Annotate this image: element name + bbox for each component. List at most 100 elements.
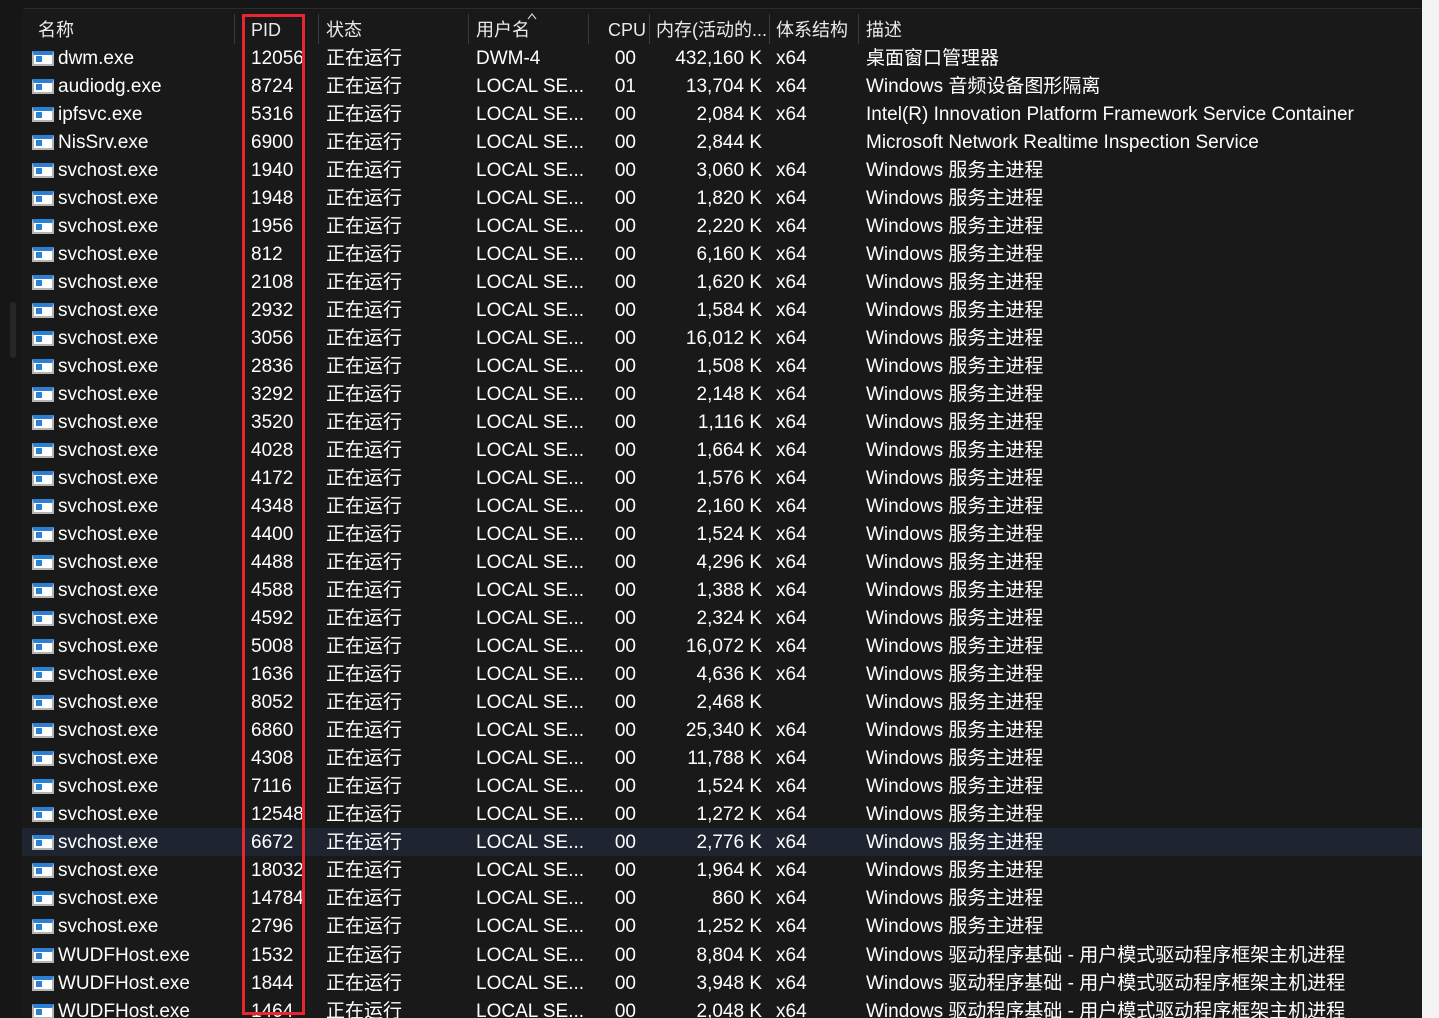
- process-cpu: 00: [614, 888, 636, 910]
- process-status: 正在运行: [326, 552, 403, 574]
- process-row[interactable]: svchost.exe 4488 正在运行 LOCAL SE... 00 4,296 Kx…: [22, 548, 1422, 576]
- process-row[interactable]: svchost.exe 8052 正在运行 LOCAL SE... 00 2,468 KW…: [22, 688, 1422, 716]
- top-strip: [0, 0, 1439, 10]
- process-username: LOCAL SE...: [476, 916, 585, 938]
- column-divider[interactable]: [234, 14, 235, 44]
- process-description: Windows 服务主进程: [866, 580, 1044, 602]
- process-cpu: 00: [614, 972, 636, 994]
- application-window-icon: [32, 499, 54, 515]
- process-row[interactable]: svchost.exe 12548 正在运行 LOCAL SE... 00 1,272 K…: [22, 800, 1422, 828]
- process-row[interactable]: svchost.exe 2796 正在运行 LOCAL SE... 00 1,252 Kx…: [22, 912, 1422, 940]
- process-row[interactable]: svchost.exe 2932 正在运行 LOCAL SE... 00 1,584 Kx…: [22, 296, 1422, 324]
- process-row[interactable]: svchost.exe 3520 正在运行 LOCAL SE... 00 1,116 Kx…: [22, 408, 1422, 436]
- process-row[interactable]: svchost.exe 3292 正在运行 LOCAL SE... 00 2,148 Kx…: [22, 380, 1422, 408]
- process-architecture: [776, 128, 856, 156]
- process-row[interactable]: svchost.exe 4348 正在运行 LOCAL SE... 00 2,160 Kx…: [22, 492, 1422, 520]
- process-username: LOCAL SE...: [476, 524, 585, 546]
- column-divider[interactable]: [769, 14, 770, 44]
- application-window-icon: [32, 527, 54, 543]
- process-architecture: x64: [776, 76, 807, 98]
- process-cpu: 00: [614, 48, 636, 69]
- process-name: svchost.exe: [58, 720, 159, 742]
- process-row[interactable]: svchost.exe 1948 正在运行 LOCAL SE... 00 1,820 Kx…: [22, 184, 1422, 212]
- column-header-username[interactable]: 用户名: [476, 10, 530, 44]
- process-description: Windows 服务主进程: [866, 916, 1044, 938]
- process-row[interactable]: svchost.exe 5008 正在运行 LOCAL SE... 00 16,072 K…: [22, 632, 1422, 660]
- process-row[interactable]: svchost.exe 1940 正在运行 LOCAL SE... 00 3,060 Kx…: [22, 156, 1422, 184]
- process-name: svchost.exe: [58, 580, 159, 602]
- process-description: Windows 服务主进程: [866, 888, 1044, 910]
- process-username: LOCAL SE...: [476, 300, 585, 322]
- process-row[interactable]: svchost.exe 18032 正在运行 LOCAL SE... 00 1,964 K…: [22, 856, 1422, 884]
- process-row[interactable]: svchost.exe 6860 正在运行 LOCAL SE... 00 25,340 K…: [22, 716, 1422, 744]
- column-divider[interactable]: [318, 14, 319, 44]
- column-divider[interactable]: [468, 14, 469, 44]
- process-row[interactable]: NisSrv.exe 6900 正在运行 LOCAL SE... 00 2,844 K Mi…: [22, 128, 1422, 156]
- process-row[interactable]: WUDFHost.exe 1464 正在运行 LOCAL SE... 00 2,048 K…: [22, 997, 1422, 1018]
- process-architecture: x64: [776, 580, 807, 602]
- column-divider[interactable]: [649, 14, 650, 44]
- process-row[interactable]: svchost.exe 4028 正在运行 LOCAL SE... 00 1,664 Kx…: [22, 436, 1422, 464]
- process-row[interactable]: dwm.exe 12056 正在运行 DWM-4 00 432,160 Kx64 桌面窗口管…: [22, 44, 1422, 72]
- column-header-name[interactable]: 名称: [38, 10, 74, 44]
- process-username: LOCAL SE...: [476, 860, 585, 882]
- process-memory: 16,072 K: [685, 636, 762, 658]
- process-row[interactable]: WUDFHost.exe 1844 正在运行 LOCAL SE... 00 3,948 K…: [22, 969, 1422, 997]
- process-row[interactable]: svchost.exe 1956 正在运行 LOCAL SE... 00 2,220 Kx…: [22, 212, 1422, 240]
- process-status: 正在运行: [326, 104, 403, 126]
- column-header-cpu[interactable]: CPU: [608, 10, 646, 44]
- process-row[interactable]: ipfsvc.exe 5316 正在运行 LOCAL SE... 00 2,084 Kx6…: [22, 100, 1422, 128]
- process-row[interactable]: svchost.exe 1636 正在运行 LOCAL SE... 00 4,636 Kx…: [22, 660, 1422, 688]
- process-row[interactable]: svchost.exe 14784 正在运行 LOCAL SE... 00 860 Kx6…: [22, 884, 1422, 912]
- column-header-architecture[interactable]: 体系结构: [776, 10, 848, 44]
- column-header-memory[interactable]: 内存(活动的...: [656, 10, 767, 44]
- process-memory: 3,060 K: [696, 160, 763, 182]
- process-cpu: 00: [614, 580, 636, 602]
- column-header-status[interactable]: 状态: [326, 10, 362, 44]
- process-row[interactable]: svchost.exe 4400 正在运行 LOCAL SE... 00 1,524 Kx…: [22, 520, 1422, 548]
- process-username: LOCAL SE...: [476, 216, 585, 238]
- process-description: Windows 服务主进程: [866, 384, 1044, 406]
- process-description: Intel(R) Innovation Platform Framework S…: [866, 104, 1354, 126]
- process-architecture: x64: [776, 804, 807, 826]
- process-description: Windows 服务主进程: [866, 860, 1044, 882]
- process-name: svchost.exe: [58, 916, 159, 938]
- application-window-icon: [32, 443, 54, 459]
- process-username: LOCAL SE...: [476, 132, 585, 154]
- application-window-icon: [32, 79, 54, 95]
- process-description: Windows 服务主进程: [866, 468, 1044, 490]
- process-row[interactable]: WUDFHost.exe 1532 正在运行 LOCAL SE... 00 8,804 K…: [22, 941, 1422, 969]
- process-username: LOCAL SE...: [476, 244, 585, 266]
- process-row[interactable]: svchost.exe 2108 正在运行 LOCAL SE... 00 1,620 Kx…: [22, 268, 1422, 296]
- process-name: svchost.exe: [58, 412, 159, 434]
- process-row[interactable]: svchost.exe 812 正在运行 LOCAL SE... 00 6,160 Kx6…: [22, 240, 1422, 268]
- column-divider[interactable]: [858, 14, 859, 44]
- right-edge: [1422, 0, 1439, 1018]
- process-username: LOCAL SE...: [476, 188, 585, 210]
- process-row[interactable]: svchost.exe 6672 正在运行 LOCAL SE... 00 2,776 Kx…: [22, 828, 1422, 857]
- process-cpu: 00: [614, 356, 636, 378]
- process-row[interactable]: svchost.exe 4308 正在运行 LOCAL SE... 00 11,788 K…: [22, 744, 1422, 772]
- process-username: LOCAL SE...: [476, 720, 585, 742]
- process-row[interactable]: audiodg.exe 8724 正在运行 LOCAL SE... 01 13,704 K…: [22, 72, 1422, 100]
- process-row[interactable]: svchost.exe 4172 正在运行 LOCAL SE... 00 1,576 Kx…: [22, 464, 1422, 492]
- process-cpu: 00: [614, 216, 636, 238]
- column-header-description[interactable]: 描述: [866, 10, 902, 44]
- process-memory: 2,468 K: [696, 692, 763, 714]
- process-name: svchost.exe: [58, 608, 159, 630]
- process-status: 正在运行: [326, 132, 403, 154]
- column-divider[interactable]: [588, 14, 589, 44]
- process-row[interactable]: svchost.exe 2836 正在运行 LOCAL SE... 00 1,508 Kx…: [22, 352, 1422, 380]
- process-status: 正在运行: [326, 468, 403, 490]
- process-row[interactable]: svchost.exe 7116 正在运行 LOCAL SE... 00 1,524 Kx…: [22, 772, 1422, 800]
- process-row[interactable]: svchost.exe 4592 正在运行 LOCAL SE... 00 2,324 Kx…: [22, 604, 1422, 632]
- process-name: svchost.exe: [58, 328, 159, 350]
- process-row[interactable]: svchost.exe 3056 正在运行 LOCAL SE... 00 16,012 K…: [22, 324, 1422, 352]
- process-name: svchost.exe: [58, 776, 159, 798]
- process-row[interactable]: svchost.exe 4588 正在运行 LOCAL SE... 00 1,388 Kx…: [22, 576, 1422, 604]
- left-scroll-handle[interactable]: [10, 302, 16, 358]
- process-architecture: x64: [776, 216, 807, 238]
- process-name: svchost.exe: [58, 300, 159, 322]
- process-memory: 4,296 K: [696, 552, 763, 574]
- process-description: Windows 驱动程序基础 - 用户模式驱动程序框架主机进程: [866, 1000, 1346, 1018]
